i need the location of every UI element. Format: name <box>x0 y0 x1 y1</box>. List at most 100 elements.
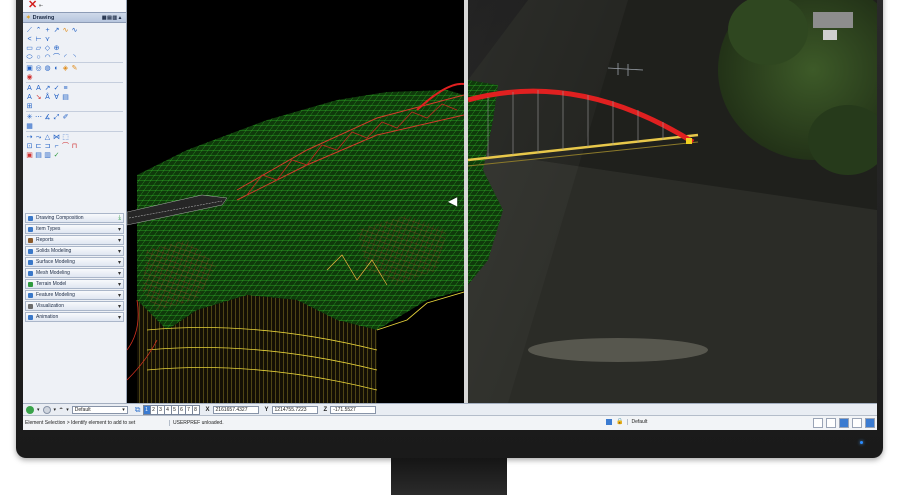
x-coordinate-field[interactable]: 2161657.4327 <box>212 405 259 414</box>
snap-icon[interactable] <box>813 418 823 428</box>
measure-icon[interactable]: ◉ <box>26 74 33 81</box>
array-icon[interactable]: ⋈ <box>53 134 60 141</box>
fill-icon[interactable]: ◐ <box>53 65 60 72</box>
attributes-icon[interactable]: ◓ <box>59 406 63 413</box>
chevron-down-icon[interactable]: ▾ <box>118 226 121 233</box>
pin-icon[interactable]: ⤓ <box>118 215 121 222</box>
freeform-icon[interactable]: ∿ <box>62 27 69 34</box>
triangle-left-icon[interactable]: ◀ <box>448 195 457 207</box>
trim-icon[interactable]: ⊏ <box>35 143 42 150</box>
lock-icon[interactable]: 🔒 <box>616 418 623 425</box>
spiral-icon[interactable]: ◝ <box>71 54 78 61</box>
table-icon[interactable]: ▦ <box>26 123 33 130</box>
scale-icon[interactable]: ⬚ <box>62 134 69 141</box>
area-icon[interactable]: ◈ <box>62 65 69 72</box>
accept-icon[interactable]: ✓ <box>53 152 60 159</box>
cell-icon[interactable]: ▣ <box>26 65 33 72</box>
chevron-down-icon[interactable]: ▾ <box>118 314 121 321</box>
chevron-down-icon[interactable]: ▾ <box>118 303 121 310</box>
level-icon[interactable] <box>606 418 612 425</box>
place-line-icon[interactable]: ⟋ <box>26 27 33 34</box>
ungroup-icon[interactable]: ▤ <box>35 152 42 159</box>
category-drawing-composition[interactable]: Drawing Composition ⤓ <box>25 213 124 223</box>
smartline-icon[interactable]: ⌃ <box>35 27 42 34</box>
category-item-types[interactable]: Item Types ▾ <box>25 224 124 234</box>
category-solids-modeling[interactable]: Solids Modeling ▾ <box>25 246 124 256</box>
notifications-icon[interactable] <box>865 418 875 428</box>
extend-icon[interactable]: ⊐ <box>44 143 51 150</box>
dropdown-arrow-icon[interactable]: ▾ <box>54 407 57 413</box>
text-flip-icon[interactable]: ꓯ <box>53 94 60 101</box>
y-coordinate-field[interactable]: 1214755.7223 <box>271 405 318 414</box>
bracket-icon[interactable]: ⊢ <box>35 36 42 43</box>
paint-icon[interactable]: ✎ <box>71 65 78 72</box>
save-settings-icon[interactable] <box>839 418 849 428</box>
group-icon[interactable]: ▣ <box>26 152 33 159</box>
dropdown-arrow-icon[interactable]: ▾ <box>66 407 69 413</box>
chevron-down-icon[interactable]: ▾ <box>118 259 121 266</box>
forward-icon[interactable] <box>42 405 51 414</box>
drawing-tasks-header[interactable]: ✶ Drawing ▦▤▥▲ <box>23 12 126 23</box>
reality-mesh-viewport[interactable] <box>468 0 877 403</box>
copy-icon[interactable]: △ <box>44 134 51 141</box>
manipulate-icon[interactable]: ⇢ <box>26 134 33 141</box>
category-visualization[interactable]: Visualization ▾ <box>25 301 124 311</box>
text-replace-icon[interactable]: Å <box>44 94 51 101</box>
curve-icon[interactable]: ∿ <box>71 27 78 34</box>
pattern-icon[interactable]: ◎ <box>35 65 42 72</box>
place-point-icon[interactable]: + <box>44 27 51 34</box>
shape-icon[interactable]: ◇ <box>44 45 51 52</box>
category-terrain-model[interactable]: Terrain Model ▾ <box>25 279 124 289</box>
polygon-icon[interactable]: ▱ <box>35 45 42 52</box>
text-node-icon[interactable]: ⊞ <box>26 103 33 110</box>
rectangle-icon[interactable]: ▭ <box>26 45 33 52</box>
category-reports[interactable]: Reports ▾ <box>25 235 124 245</box>
arc-edit-icon[interactable]: ◜ <box>62 54 69 61</box>
pin-icon[interactable]: ⇤ <box>39 3 43 9</box>
text-spell-icon[interactable]: ✓ <box>53 85 60 92</box>
back-icon[interactable] <box>26 405 34 414</box>
view-button-8[interactable]: 8 <box>191 404 200 415</box>
ellipse-icon[interactable]: ⬭ <box>26 54 33 61</box>
category-feature-modeling[interactable]: Feature Modeling ▾ <box>25 290 124 300</box>
text-edit-icon[interactable]: A <box>35 85 42 92</box>
move-icon[interactable]: ⤳ <box>35 134 42 141</box>
category-mesh-modeling[interactable]: Mesh Modeling ▾ <box>25 268 124 278</box>
chevron-down-icon[interactable]: ▾ <box>118 248 121 255</box>
angle-icon[interactable]: < <box>26 36 33 43</box>
dimension-icon[interactable]: ✳ <box>26 114 33 121</box>
text-case-icon[interactable]: ▤ <box>62 94 69 101</box>
dimension-angle-icon[interactable]: ∡ <box>44 114 51 121</box>
text-match-icon[interactable]: ↘ <box>35 94 42 101</box>
accudraw-icon[interactable] <box>826 418 836 428</box>
arc-icon[interactable]: ◠ <box>44 54 51 61</box>
z-coordinate-field[interactable]: -171.5527 <box>330 405 377 414</box>
dimension-radial-icon[interactable]: ⤢ <box>53 114 60 121</box>
bisector-icon[interactable]: ⋎ <box>44 36 51 43</box>
delete-part-icon[interactable]: ⊓ <box>71 143 78 150</box>
category-animation[interactable]: Animation ▾ <box>25 312 124 322</box>
chevron-down-icon[interactable]: ▾ <box>118 281 121 288</box>
views-icon[interactable]: ⧉ <box>135 405 141 415</box>
chevron-down-icon[interactable]: ▾ <box>118 292 121 299</box>
active-style-select[interactable]: Default ▾ <box>71 405 128 414</box>
dimension-linear-icon[interactable]: ⋯ <box>35 114 42 121</box>
active-level[interactable]: Default <box>627 418 647 425</box>
message-center-icon[interactable] <box>852 418 862 428</box>
multiline-icon[interactable]: ↗ <box>53 27 60 34</box>
text-abc-icon[interactable]: ≡ <box>62 85 69 92</box>
circle-add-icon[interactable]: ⊕ <box>53 45 60 52</box>
chevron-down-icon[interactable]: ▾ <box>118 237 121 244</box>
text-scale-icon[interactable]: A <box>26 94 33 101</box>
header-view-icons[interactable]: ▦▤▥▲ <box>102 15 123 21</box>
note-icon[interactable]: ↗ <box>44 85 51 92</box>
hatch-icon[interactable]: ◍ <box>44 65 51 72</box>
circle-icon[interactable]: ○ <box>35 54 42 61</box>
dropdown-arrow-icon[interactable]: ▾ <box>37 407 40 413</box>
wireframe-viewport[interactable] <box>127 0 464 403</box>
delete-icon[interactable]: ✕ <box>28 0 37 11</box>
break-icon[interactable]: ⌒ <box>62 143 69 150</box>
dimension-edit-icon[interactable]: ✐ <box>62 114 69 121</box>
text-icon[interactable]: A <box>26 85 33 92</box>
lock-element-icon[interactable]: ▥ <box>44 152 51 159</box>
